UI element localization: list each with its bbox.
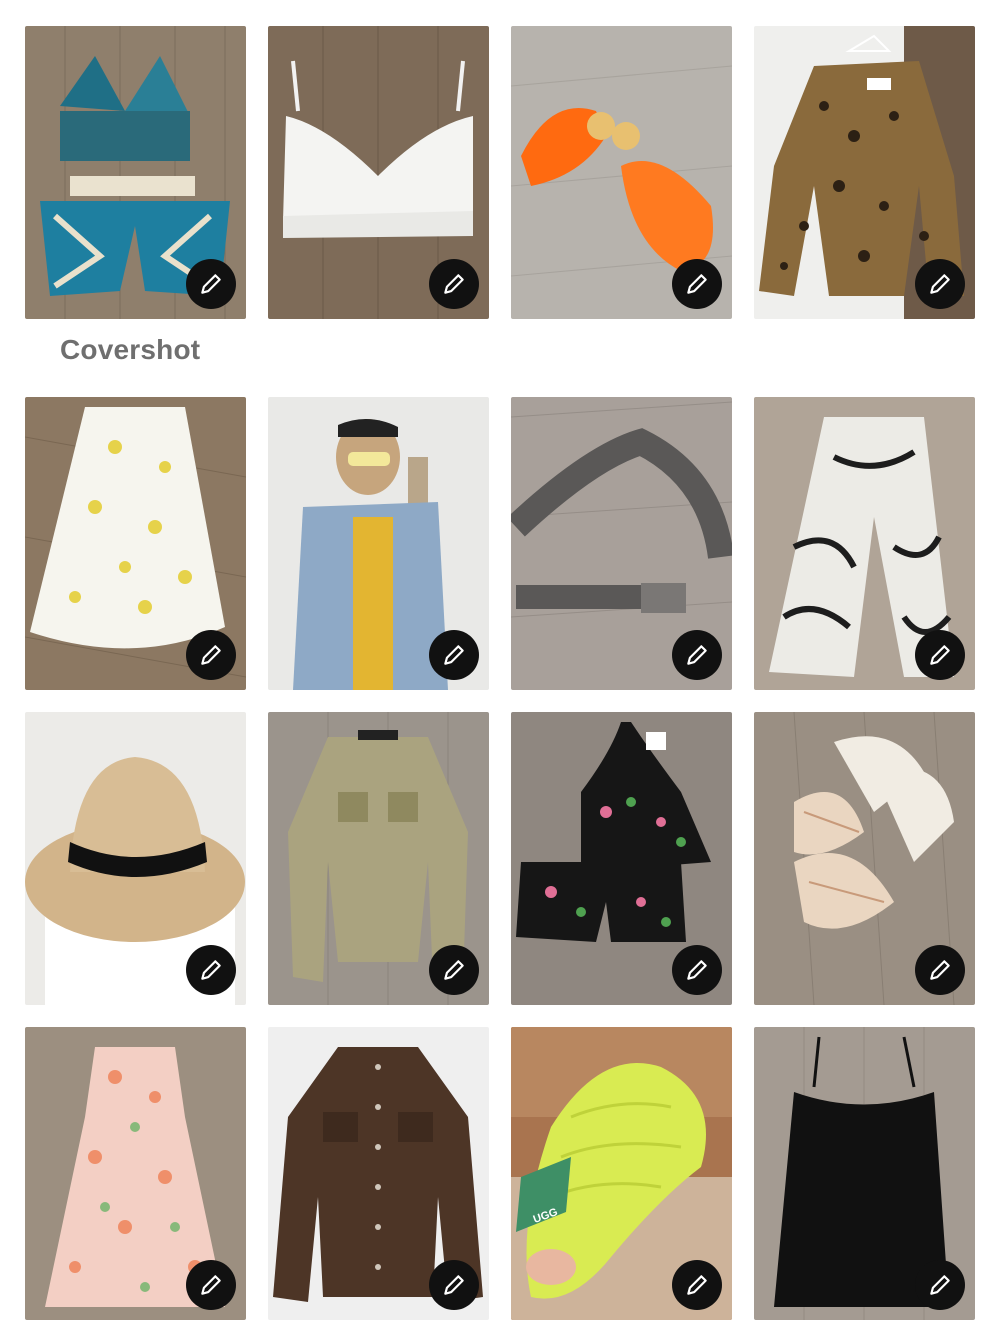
edit-button[interactable] (915, 1260, 965, 1310)
edit-button[interactable] (672, 259, 722, 309)
item-tile-bow-heel-sandals[interactable] (754, 712, 975, 1005)
item-tile-zebra-trousers[interactable] (754, 397, 975, 690)
pencil-icon (687, 645, 707, 665)
item-tile-gold-denim-jacket[interactable] (268, 712, 489, 1005)
pencil-icon (444, 1275, 464, 1295)
pencil-icon (444, 960, 464, 980)
item-tile-ugg-fuzzy-slipper[interactable]: UGG (511, 1027, 732, 1320)
edit-button[interactable] (429, 945, 479, 995)
pencil-icon (201, 960, 221, 980)
item-tile-floral-maxi-skirt[interactable] (25, 397, 246, 690)
edit-button[interactable] (186, 1260, 236, 1310)
edit-button[interactable] (186, 259, 236, 309)
pencil-icon (930, 645, 950, 665)
item-tile-floral-pajama-set[interactable] (511, 712, 732, 1005)
edit-button[interactable] (672, 630, 722, 680)
closet-grid: Covershot UGG (0, 0, 1000, 1333)
pencil-icon (930, 960, 950, 980)
item-tile-leopard-jacket[interactable] (754, 26, 975, 319)
pencil-icon (687, 274, 707, 294)
edit-button[interactable] (429, 1260, 479, 1310)
pencil-icon (687, 960, 707, 980)
item-tile-orange-jelly-sandals[interactable] (511, 26, 732, 319)
edit-button[interactable] (915, 630, 965, 680)
edit-button[interactable] (672, 945, 722, 995)
edit-button[interactable] (915, 945, 965, 995)
edit-button[interactable] (915, 259, 965, 309)
item-tile-lace-bralette[interactable] (268, 26, 489, 319)
edit-button[interactable] (672, 1260, 722, 1310)
pencil-icon (444, 274, 464, 294)
item-tile-black-lace-dress[interactable] (754, 1027, 975, 1320)
pencil-icon (687, 1275, 707, 1295)
pencil-icon (201, 645, 221, 665)
item-tile-denim-shirt-jacket[interactable] (268, 397, 489, 690)
edit-button[interactable] (186, 630, 236, 680)
pencil-icon (444, 645, 464, 665)
pencil-icon (930, 1275, 950, 1295)
item-tile-straw-hat[interactable] (25, 712, 246, 1005)
edit-button[interactable] (429, 259, 479, 309)
pencil-icon (201, 1275, 221, 1295)
item-tile-metallic-belt[interactable] (511, 397, 732, 690)
item-tile-floral-tiered-dress[interactable] (25, 1027, 246, 1320)
edit-button[interactable] (186, 945, 236, 995)
covershot-label: Covershot (60, 334, 201, 365)
edit-button[interactable] (429, 630, 479, 680)
item-tile-crochet-set[interactable] (25, 26, 246, 319)
item-tile-brown-denim-jacket[interactable] (268, 1027, 489, 1320)
pencil-icon (930, 274, 950, 294)
pencil-icon (201, 274, 221, 294)
